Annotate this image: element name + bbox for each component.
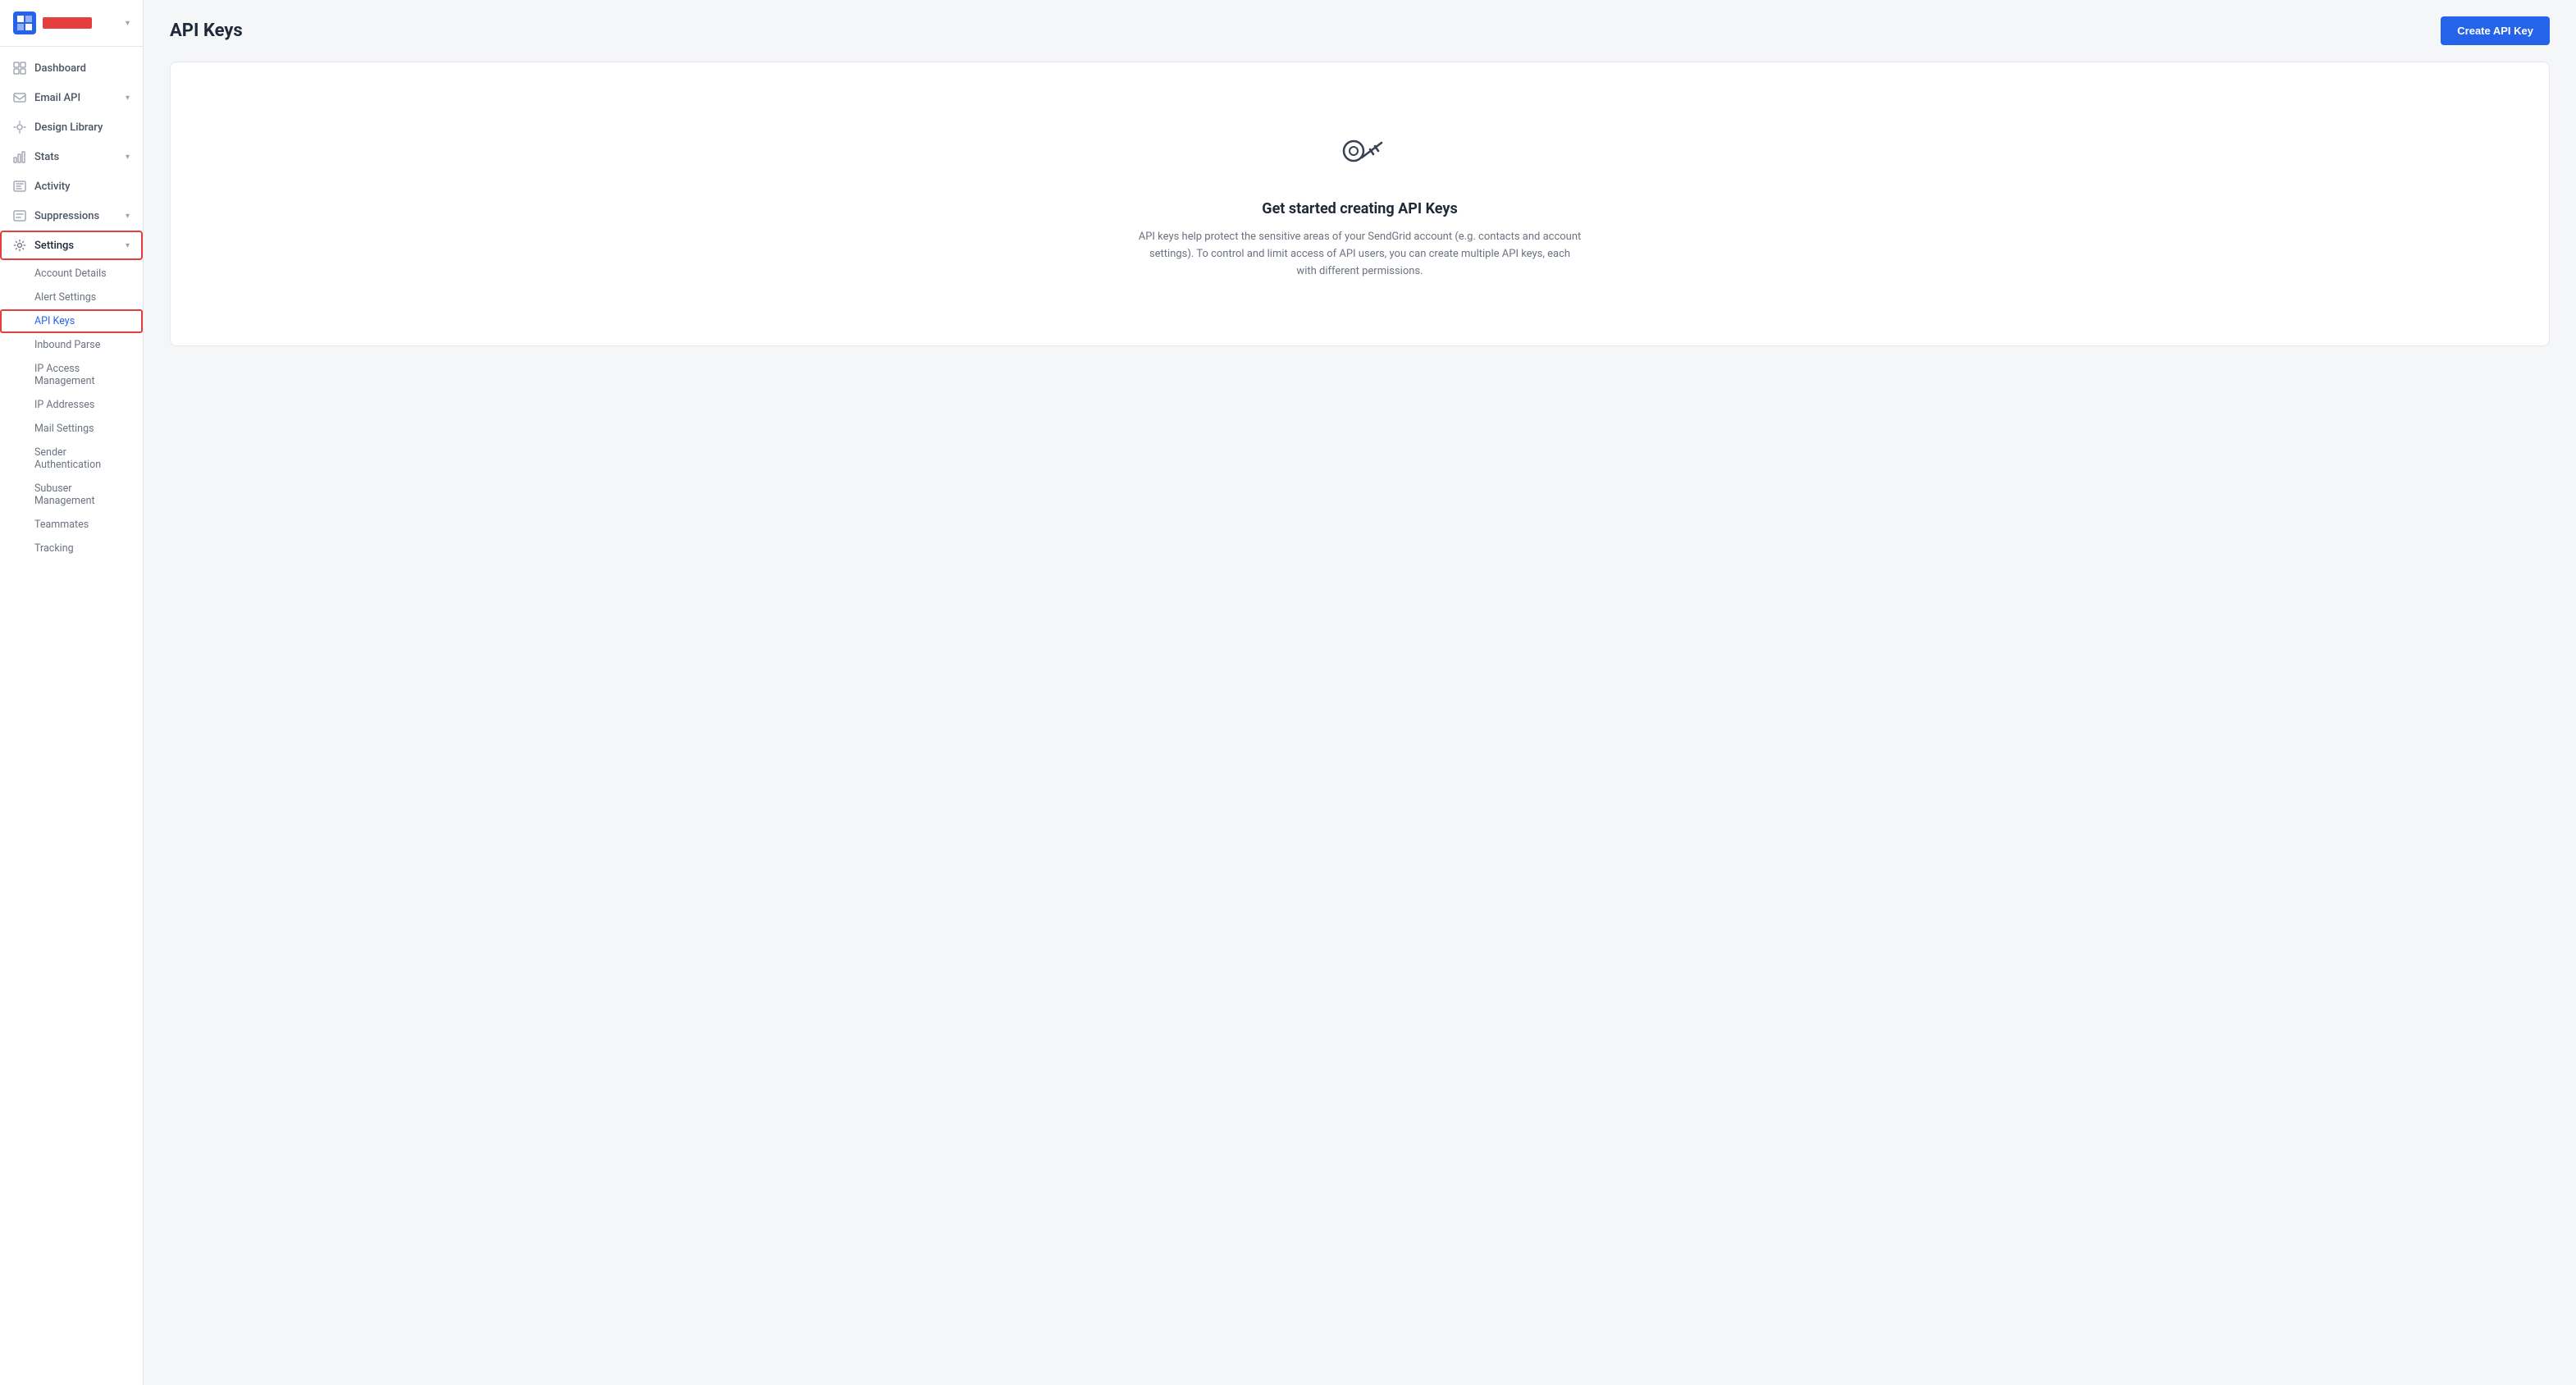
- subnav-item-teammates[interactable]: Teammates: [0, 513, 143, 537]
- activity-icon: [13, 180, 26, 193]
- page-header: API Keys Create API Key: [144, 0, 2576, 62]
- sidebar-item-email-api[interactable]: Email API ▾: [0, 83, 143, 112]
- subnav-item-account-details[interactable]: Account Details: [0, 262, 143, 286]
- main-content: API Keys Create API Key Get started crea…: [144, 0, 2576, 1385]
- key-icon-wrap: [1334, 128, 1386, 184]
- sidebar: ▾ Dashboard Email API ▾: [0, 0, 144, 1385]
- sidebar-item-suppressions[interactable]: Suppressions ▾: [0, 201, 143, 231]
- sidebar-item-activity[interactable]: Activity: [0, 171, 143, 201]
- page-title: API Keys: [170, 21, 243, 41]
- logo-text: [43, 17, 92, 29]
- create-api-key-button[interactable]: Create API Key: [2441, 16, 2550, 45]
- email-api-icon: [13, 91, 26, 104]
- empty-state-description: API keys help protect the sensitive area…: [1139, 229, 1582, 280]
- settings-label: Settings: [34, 240, 74, 252]
- settings-chevron-icon: ▾: [126, 241, 130, 250]
- empty-state-card: Get started creating API Keys API keys h…: [170, 62, 2550, 346]
- suppressions-chevron-icon: ▾: [126, 212, 130, 221]
- subnav-item-tracking[interactable]: Tracking: [0, 537, 143, 560]
- suppressions-icon: [13, 209, 26, 222]
- settings-icon: [13, 239, 26, 252]
- subnav-item-ip-access-management[interactable]: IP Access Management: [0, 357, 143, 393]
- suppressions-label: Suppressions: [34, 210, 99, 222]
- design-library-icon: [13, 121, 26, 134]
- subnav-item-subuser-management[interactable]: Subuser Management: [0, 477, 143, 513]
- key-icon: [1334, 128, 1386, 181]
- sidebar-item-settings[interactable]: Settings ▾: [0, 231, 143, 260]
- sidebar-navigation: Dashboard Email API ▾ Design Library: [0, 47, 143, 1385]
- stats-chevron-icon: ▾: [126, 153, 130, 162]
- subnav-item-api-keys[interactable]: API Keys: [0, 309, 143, 333]
- dashboard-label: Dashboard: [34, 62, 86, 75]
- subnav-item-alert-settings[interactable]: Alert Settings: [0, 286, 143, 309]
- subnav-item-ip-addresses[interactable]: IP Addresses: [0, 393, 143, 417]
- content-area: Get started creating API Keys API keys h…: [144, 62, 2576, 1385]
- sidebar-item-stats[interactable]: Stats ▾: [0, 142, 143, 171]
- sidebar-item-dashboard[interactable]: Dashboard: [0, 53, 143, 83]
- design-library-label: Design Library: [34, 121, 103, 134]
- stats-label: Stats: [34, 151, 59, 163]
- sidebar-header: ▾: [0, 0, 143, 47]
- sendgrid-logo-icon: [13, 11, 36, 34]
- logo-chevron-icon[interactable]: ▾: [126, 19, 130, 28]
- email-api-chevron-icon: ▾: [126, 94, 130, 103]
- sidebar-item-design-library[interactable]: Design Library: [0, 112, 143, 142]
- empty-state-title: Get started creating API Keys: [1262, 200, 1457, 217]
- stats-icon: [13, 150, 26, 163]
- settings-subnav: Account Details Alert Settings API Keys …: [0, 260, 143, 562]
- subnav-item-inbound-parse[interactable]: Inbound Parse: [0, 333, 143, 357]
- subnav-item-sender-authentication[interactable]: Sender Authentication: [0, 441, 143, 477]
- dashboard-icon: [13, 62, 26, 75]
- activity-label: Activity: [34, 181, 71, 193]
- email-api-label: Email API: [34, 92, 80, 104]
- subnav-item-mail-settings[interactable]: Mail Settings: [0, 417, 143, 441]
